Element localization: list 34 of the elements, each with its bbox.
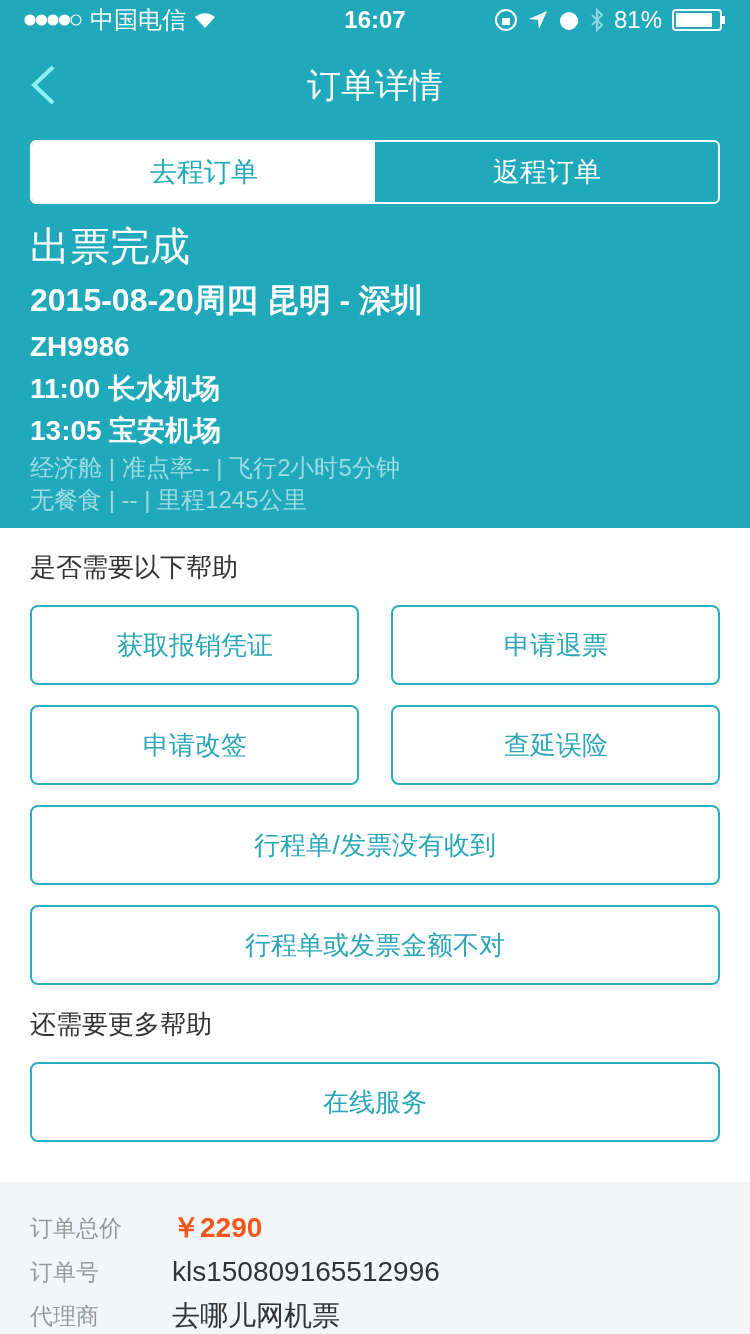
flight-details: 无餐食 | -- | 里程1245公里 — [30, 485, 308, 515]
battery-percent: 81% — [613, 5, 662, 35]
ticket-status: 出票完成 — [30, 223, 191, 270]
order-tab[interactable]: 返程订单 — [375, 142, 718, 202]
signal-icon — [24, 13, 82, 27]
flight-route: 2015-08-20周四 昆明 - 深圳 — [30, 281, 424, 320]
flight-details: 经济舱 | 准点率-- | 飞行2小时5分钟 — [30, 453, 401, 483]
help-button[interactable]: 申请改签 — [30, 705, 359, 785]
arrival-info: 13:05 宝安机场 — [30, 414, 223, 448]
flight-number: ZH9986 — [30, 330, 131, 364]
help-button[interactable]: 在线服务 — [30, 1062, 720, 1142]
info-value: 去哪儿网机票 — [172, 1299, 340, 1333]
help-button[interactable]: 申请退票 — [391, 605, 720, 685]
info-label: 订单总价 — [30, 1213, 123, 1243]
status-time: 16:07 — [344, 5, 406, 35]
more-help-title: 还需要更多帮助 — [30, 1008, 213, 1041]
info-value: kls150809165512996 — [172, 1255, 440, 1289]
help-button[interactable]: 获取报销凭证 — [30, 605, 359, 685]
help-title: 是否需要以下帮助 — [30, 551, 239, 584]
bluetooth-icon — [589, 8, 604, 32]
wifi-icon — [194, 12, 216, 28]
departure-info: 11:00 长水机场 — [30, 372, 221, 406]
info-value: ￥2290 — [172, 1211, 263, 1245]
order-tab[interactable]: 去程订单 — [32, 142, 375, 202]
battery-icon — [672, 9, 726, 31]
location-icon — [527, 10, 548, 30]
carrier-name: 中国电信 — [90, 5, 186, 35]
back-icon[interactable] — [30, 65, 56, 105]
page-title: 订单详情 — [307, 64, 443, 106]
help-button[interactable]: 行程单或发票金额不对 — [30, 905, 720, 985]
info-label: 代理商 — [30, 1301, 100, 1331]
help-button[interactable]: 行程单/发票没有收到 — [30, 805, 720, 885]
help-button[interactable]: 查延误险 — [391, 705, 720, 785]
info-label: 订单号 — [30, 1257, 100, 1287]
